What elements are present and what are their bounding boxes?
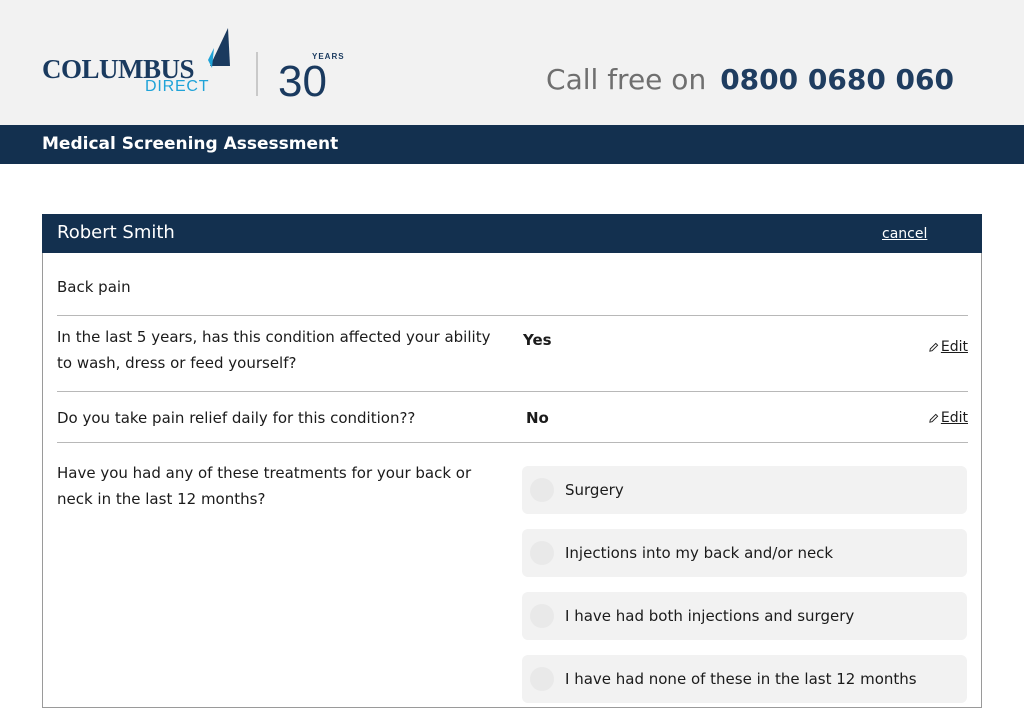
pencil-icon xyxy=(929,342,939,352)
logo-divider xyxy=(256,52,258,96)
option-label: I have had both injections and surgery xyxy=(565,607,855,625)
pencil-icon xyxy=(929,413,939,423)
treatment-question: Have you had any of these treatments for… xyxy=(57,464,472,508)
edit-link[interactable]: Edit xyxy=(928,334,968,360)
question-row: Do you take pain relief daily for this c… xyxy=(57,405,968,435)
sail-icon xyxy=(208,28,230,68)
divider xyxy=(57,442,968,443)
option-surgery[interactable]: Surgery xyxy=(522,466,967,514)
answer-value: Yes xyxy=(523,331,552,349)
divider xyxy=(57,391,968,392)
option-label: Injections into my back and/or neck xyxy=(565,544,834,562)
question-row: In the last 5 years, has this condition … xyxy=(57,324,968,384)
logo-subtext: DIRECT xyxy=(145,78,210,95)
option-label: I have had none of these in the last 12 … xyxy=(565,670,917,688)
edit-label: Edit xyxy=(940,339,968,355)
option-both[interactable]: I have had both injections and surgery xyxy=(522,592,967,640)
columbus-direct-logo[interactable]: COLUMBUS DIRECT YEARS 30 xyxy=(42,26,352,102)
years-number: 30 xyxy=(278,57,327,100)
site-header: COLUMBUS DIRECT YEARS 30 Call free on 080… xyxy=(0,0,1024,125)
traveller-card: Robert Smith cancel Back pain In the las… xyxy=(42,214,982,708)
title-band: Medical Screening Assessment xyxy=(0,125,1024,164)
radio-button[interactable] xyxy=(530,604,554,628)
edit-link[interactable]: Edit xyxy=(928,405,968,431)
option-none[interactable]: I have had none of these in the last 12 … xyxy=(522,655,967,703)
thirty-years-badge: YEARS 30 xyxy=(278,52,344,100)
cancel-link[interactable]: cancel xyxy=(882,226,927,243)
radio-button[interactable] xyxy=(530,541,554,565)
radio-button[interactable] xyxy=(530,478,554,502)
divider xyxy=(57,315,968,316)
answer-value: No xyxy=(526,409,549,427)
question-text: In the last 5 years, has this condition … xyxy=(57,328,491,372)
call-free-banner: Call free on 0800 0680 060 xyxy=(546,66,954,94)
phone-number[interactable]: 0800 0680 060 xyxy=(720,63,954,96)
traveller-name: Robert Smith xyxy=(57,222,175,243)
radio-button[interactable] xyxy=(530,667,554,691)
edit-label: Edit xyxy=(940,410,968,426)
option-injections[interactable]: Injections into my back and/or neck xyxy=(522,529,967,577)
option-label: Surgery xyxy=(565,481,624,499)
call-free-label: Call free on xyxy=(546,63,707,96)
condition-name: Back pain xyxy=(57,278,131,296)
traveller-header: Robert Smith cancel xyxy=(42,214,982,253)
question-text: Do you take pain relief daily for this c… xyxy=(57,409,416,427)
page-title: Medical Screening Assessment xyxy=(42,134,339,154)
